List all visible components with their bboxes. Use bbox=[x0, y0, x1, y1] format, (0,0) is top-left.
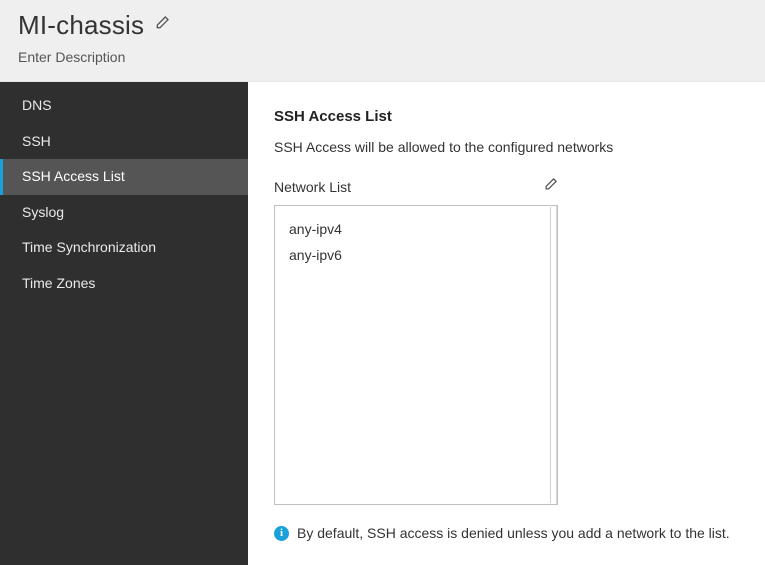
sidebar-item-label: SSH Access List bbox=[22, 168, 125, 184]
sidebar-item-label: DNS bbox=[22, 97, 52, 113]
info-note-text: By default, SSH access is denied unless … bbox=[297, 525, 730, 541]
sidebar-item-label: Syslog bbox=[22, 204, 64, 220]
sidebar-item-dns[interactable]: DNS bbox=[0, 88, 248, 124]
network-list-header: Network List bbox=[274, 177, 558, 197]
page-title: MI-chassis bbox=[18, 10, 144, 41]
sidebar: DNS SSH SSH Access List Syslog Time Synchron… bbox=[0, 82, 248, 565]
sidebar-item-ssh-access-list[interactable]: SSH Access List bbox=[0, 159, 248, 195]
content-panel: SSH Access List SSH Access will be allow… bbox=[248, 82, 765, 565]
sidebar-item-label: Time Synchronization bbox=[22, 239, 156, 255]
section-title: SSH Access List bbox=[274, 108, 739, 125]
network-list-label: Network List bbox=[274, 179, 543, 195]
pencil-icon bbox=[543, 177, 558, 197]
network-list[interactable]: any-ipv4any-ipv6 bbox=[274, 205, 558, 505]
info-icon: i bbox=[274, 526, 289, 541]
title-row: MI-chassis bbox=[18, 10, 747, 41]
edit-title-button[interactable] bbox=[154, 15, 170, 36]
body: DNS SSH SSH Access List Syslog Time Synchron… bbox=[0, 82, 765, 565]
description-text[interactable]: Enter Description bbox=[18, 49, 747, 65]
sidebar-item-time-synchronization[interactable]: Time Synchronization bbox=[0, 230, 248, 266]
page-header: MI-chassis Enter Description bbox=[0, 0, 765, 82]
pencil-icon bbox=[154, 15, 170, 36]
section-subtitle: SSH Access will be allowed to the config… bbox=[274, 139, 739, 155]
info-note: i By default, SSH access is denied unles… bbox=[274, 525, 739, 541]
sidebar-item-syslog[interactable]: Syslog bbox=[0, 195, 248, 231]
sidebar-item-time-zones[interactable]: Time Zones bbox=[0, 266, 248, 302]
list-item[interactable]: any-ipv6 bbox=[275, 242, 557, 268]
list-item[interactable]: any-ipv4 bbox=[275, 216, 557, 242]
sidebar-item-label: SSH bbox=[22, 133, 51, 149]
sidebar-item-ssh[interactable]: SSH bbox=[0, 124, 248, 160]
edit-network-list-button[interactable] bbox=[543, 177, 558, 197]
sidebar-item-label: Time Zones bbox=[22, 275, 95, 291]
